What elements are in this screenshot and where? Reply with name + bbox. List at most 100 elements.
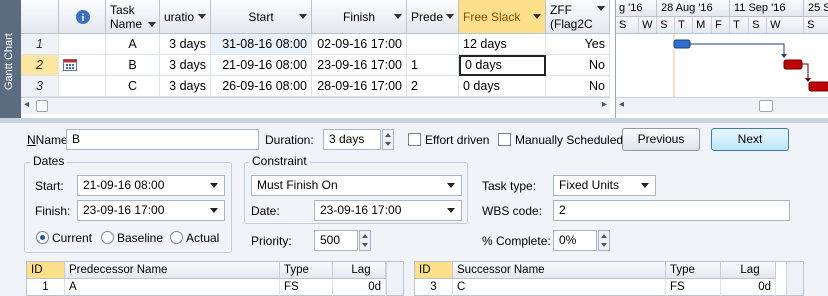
pred-id-cell[interactable]: 1 xyxy=(27,279,65,296)
row-number[interactable]: 1 xyxy=(21,34,59,55)
grid-horizontal-scrollbar[interactable]: ◂ ▸ xyxy=(21,97,610,114)
gantt-horizontal-scrollbar[interactable]: ◂ xyxy=(616,97,828,114)
pred-name-header[interactable]: Predecessor Name xyxy=(65,262,280,279)
finish-column-header[interactable]: Finish xyxy=(312,0,407,34)
task-type-select[interactable]: Fixed Units xyxy=(553,175,656,196)
duration-label: Duration: xyxy=(265,133,314,147)
gantt-bar-c[interactable] xyxy=(808,81,828,92)
succ-lag-header[interactable]: Lag xyxy=(721,262,776,279)
start-cell[interactable]: 26-09-16 08:00 xyxy=(211,76,312,97)
scroll-thumb[interactable] xyxy=(759,100,773,112)
percent-complete-stepper[interactable] xyxy=(598,230,610,251)
name-label: NName: xyxy=(27,133,72,147)
next-button[interactable]: Next xyxy=(711,128,789,151)
succ-name-cell[interactable]: C xyxy=(453,279,666,296)
free-slack-cell-selected[interactable]: 0 days xyxy=(459,55,546,76)
gantt-bar-b[interactable] xyxy=(783,59,803,70)
zff-cell[interactable]: No xyxy=(546,55,610,76)
row-number[interactable]: 2 xyxy=(21,55,59,76)
constraint-type-select[interactable]: Must Finish On xyxy=(251,175,462,196)
actual-label: Actual xyxy=(186,231,220,245)
scroll-left-icon[interactable]: ◂ xyxy=(24,99,29,110)
manually-scheduled-checkbox[interactable] xyxy=(498,133,511,146)
free-slack-cell[interactable]: 12 days xyxy=(459,34,546,55)
start-cell[interactable]: 21-09-16 08:00 xyxy=(211,55,312,76)
start-cell[interactable]: 31-08-16 08:00 xyxy=(211,34,312,55)
previous-button[interactable]: Previous xyxy=(622,128,700,151)
priority-label: Priority: xyxy=(251,234,292,248)
actual-radio[interactable] xyxy=(170,231,183,244)
start-date-picker[interactable]: 21-09-16 08:00 xyxy=(77,175,225,196)
succ-lag-cell[interactable]: 0d xyxy=(721,279,776,296)
zff-column-header[interactable]: ZFF (Flag2C xyxy=(546,0,610,34)
succ-type-header[interactable]: Type xyxy=(666,262,721,279)
duration-cell[interactable]: 3 days xyxy=(160,34,211,55)
task-row[interactable]: 2 B 3 days 21-09-16 08:00 23-09-16 17:00… xyxy=(21,55,610,76)
pred-vertical-scrollbar[interactable] xyxy=(386,262,403,295)
select-all-corner[interactable] xyxy=(21,0,59,34)
pred-type-cell[interactable]: FS xyxy=(280,279,333,296)
pred-id-header[interactable]: ID xyxy=(27,262,65,279)
pred-lag-header[interactable]: Lag xyxy=(333,262,386,279)
task-name-cell[interactable]: B xyxy=(106,55,160,76)
pred-name-cell[interactable]: A xyxy=(65,279,280,296)
free-slack-cell[interactable]: 0 days xyxy=(459,76,546,97)
dates-group-title: Dates xyxy=(30,154,68,168)
zff-cell[interactable]: Yes xyxy=(546,34,610,55)
svg-text:i: i xyxy=(82,13,85,24)
timescale-bottom-tier: S W S T M F T S W S xyxy=(616,17,828,34)
finish-cell[interactable]: 02-09-16 17:00 xyxy=(312,34,407,55)
start-column-header[interactable]: Start xyxy=(211,0,312,34)
constraint-date-picker[interactable]: 23-09-16 17:00 xyxy=(314,200,462,221)
gantt-bar-a[interactable] xyxy=(673,39,691,49)
row-number[interactable]: 3 xyxy=(21,76,59,97)
pred-type-header[interactable]: Type xyxy=(280,262,333,279)
duration-cell[interactable]: 3 days xyxy=(160,76,211,97)
duration-stepper[interactable] xyxy=(382,129,394,150)
name-field[interactable]: B xyxy=(66,129,259,150)
scroll-thumb[interactable] xyxy=(36,100,48,112)
predecessors-cell[interactable] xyxy=(407,34,459,55)
pred-lag-cell[interactable]: 0d xyxy=(333,279,386,296)
task-type-label: Task type: xyxy=(482,179,537,193)
scroll-right-icon[interactable]: ▸ xyxy=(602,99,607,110)
indicators-column-header[interactable]: i xyxy=(59,0,106,34)
task-name-column-header[interactable]: Task Name xyxy=(106,0,160,34)
succ-id-cell[interactable]: 3 xyxy=(415,279,453,296)
task-name-cell[interactable]: A xyxy=(106,34,160,55)
task-row[interactable]: 3 C 3 days 26-09-16 08:00 28-09-16 17:00… xyxy=(21,76,610,97)
priority-stepper[interactable] xyxy=(359,230,371,251)
baseline-label: Baseline xyxy=(117,231,164,245)
predecessors-column-header[interactable]: Prede xyxy=(407,0,459,34)
timescale-top-tier: g '16 28 Aug '16 11 Sep '16 25 S xyxy=(616,0,828,17)
succ-vertical-scrollbar[interactable] xyxy=(786,262,803,295)
duration-field[interactable]: 3 days xyxy=(323,129,381,150)
zff-cell[interactable]: No xyxy=(546,76,610,97)
current-radio[interactable] xyxy=(36,231,49,244)
gantt-bars xyxy=(616,34,828,97)
scroll-left-icon[interactable]: ◂ xyxy=(619,99,624,110)
successors-table: ID Successor Name Type Lag 3 C FS 0d xyxy=(414,261,804,296)
gantt-chart-pane[interactable]: g '16 28 Aug '16 11 Sep '16 25 S S W S T… xyxy=(615,0,828,118)
finish-date-picker[interactable]: 23-09-16 17:00 xyxy=(77,200,225,221)
finish-cell[interactable]: 28-09-16 17:00 xyxy=(312,76,407,97)
finish-cell[interactable]: 23-09-16 17:00 xyxy=(312,55,407,76)
baseline-radio[interactable] xyxy=(101,231,114,244)
duration-column-header[interactable]: uratio xyxy=(160,0,211,34)
succ-name-header[interactable]: Successor Name xyxy=(453,262,666,279)
effort-driven-checkbox[interactable] xyxy=(408,133,421,146)
free-slack-column-header[interactable]: Free Slack xyxy=(459,0,546,34)
constraint-date-label: Date: xyxy=(251,204,280,218)
predecessors-cell[interactable]: 1 xyxy=(407,55,459,76)
priority-field[interactable]: 500 xyxy=(314,230,358,251)
view-bar[interactable]: Gantt Chart xyxy=(0,0,21,118)
succ-id-header[interactable]: ID xyxy=(415,262,453,279)
task-name-cell[interactable]: C xyxy=(106,76,160,97)
predecessors-cell[interactable]: 2 xyxy=(407,76,459,97)
wbs-code-field[interactable]: 2 xyxy=(553,200,790,221)
percent-complete-field[interactable]: 0% xyxy=(553,230,597,251)
task-row[interactable]: 1 A 3 days 31-08-16 08:00 02-09-16 17:00… xyxy=(21,34,610,55)
indicator-cell xyxy=(59,76,106,97)
succ-type-cell[interactable]: FS xyxy=(666,279,721,296)
duration-cell[interactable]: 3 days xyxy=(160,55,211,76)
